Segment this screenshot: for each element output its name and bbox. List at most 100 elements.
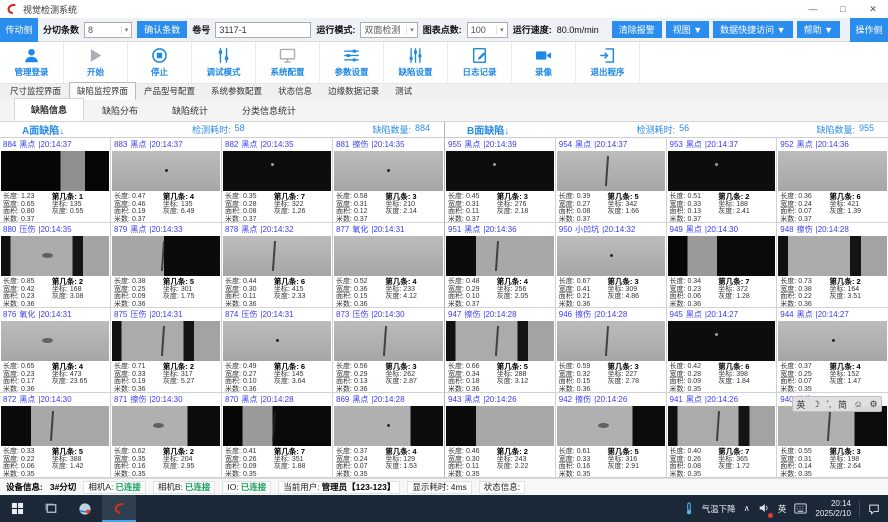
system-config-button[interactable]: 系统配置	[256, 42, 320, 83]
defect-cell[interactable]: 954 黑点 |20:14:37 长度:0.39 宽度:0.27 面积:0.08…	[556, 138, 667, 223]
defect-cell[interactable]: 945 黑点 |20:14:27 长度:0.42 宽度:0.28 面积:0.09…	[667, 308, 778, 393]
defect-cell[interactable]: 948 擦伤 |20:14:28 长度:0.73 宽度:0.38 面积:0.22…	[777, 223, 888, 308]
defect-cell[interactable]: 872 黑点 |20:14:30 长度:0.33 宽度:0.22 面积:0.06…	[0, 393, 111, 478]
start-button[interactable]: 开始	[64, 42, 128, 83]
defect-image[interactable]	[557, 321, 665, 361]
defect-cell[interactable]: 875 压伤 |20:14:31 长度:0.71 宽度:0.33 面积:0.19…	[111, 308, 222, 393]
parameter-settings-button[interactable]: 参数设置	[320, 42, 384, 83]
defect-cell[interactable]: 877 氧化 |20:14:31 长度:0.52 宽度:0.36 面积:0.15…	[333, 223, 444, 308]
tab-status-info[interactable]: 状态信息	[270, 82, 320, 100]
defect-image[interactable]	[446, 151, 554, 191]
run-mode-select[interactable]: 双面检测 ▾	[360, 22, 417, 38]
defect-cell[interactable]: 870 黑点 |20:14:28 长度:0.41 宽度:0.26 面积:0.09…	[222, 393, 333, 478]
defect-cell[interactable]: 879 黑点 |20:14:33 长度:0.38 宽度:0.25 面积:0.09…	[111, 223, 222, 308]
minimize-button[interactable]: —	[798, 0, 828, 18]
task-view-button[interactable]	[34, 495, 68, 522]
ime-punctuation-toggle[interactable]: ’,	[827, 399, 832, 409]
confirm-count-button[interactable]: 确认条数	[137, 21, 187, 38]
taskbar-app-inspection-system[interactable]	[102, 495, 136, 522]
defect-image[interactable]	[112, 406, 220, 446]
drive-side-button[interactable]: 传动侧	[0, 18, 38, 42]
defect-image[interactable]	[668, 321, 776, 361]
tab-system-param-config[interactable]: 系统参数配置	[203, 82, 270, 100]
tab-edge-data-record[interactable]: 边缘数据记录	[320, 82, 387, 100]
tray-expand-chevron[interactable]: ∧	[744, 503, 750, 514]
tab-product-model-config[interactable]: 产品型号配置	[136, 82, 203, 100]
defect-cell[interactable]: 947 擦伤 |20:14:28 长度:0.66 宽度:0.34 面积:0.18…	[445, 308, 556, 393]
defect-image[interactable]	[334, 321, 443, 361]
defect-image[interactable]	[557, 151, 665, 191]
debug-mode-button[interactable]: 调试模式	[192, 42, 256, 83]
defect-image[interactable]	[557, 236, 665, 276]
defect-image[interactable]	[668, 151, 776, 191]
defect-cell[interactable]: 876 氧化 |20:14:31 长度:0.65 宽度:0.23 面积:0.17…	[0, 308, 111, 393]
defect-cell[interactable]: 952 黑点 |20:14:36 长度:0.36 宽度:0.24 面积:0.07…	[777, 138, 888, 223]
defect-cell[interactable]: 953 黑点 |20:14:37 长度:0.51 宽度:0.33 面积:0.13…	[667, 138, 778, 223]
ime-settings-gear-icon[interactable]: ⚙	[870, 399, 878, 410]
help-menu-button[interactable]: 帮助 ▼	[797, 21, 840, 38]
action-center-icon[interactable]	[868, 503, 880, 515]
defect-cell[interactable]: 873 压伤 |20:14:30 长度:0.56 宽度:0.29 面积:0.13…	[333, 308, 444, 393]
defect-cell[interactable]: 871 擦伤 |20:14:30 长度:0.62 宽度:0.35 面积:0.16…	[111, 393, 222, 478]
defect-cell[interactable]: 955 黑点 |20:14:39 长度:0.45 宽度:0.31 面积:0.11…	[445, 138, 556, 223]
defect-cell[interactable]: 882 黑点 |20:14:35 长度:0.35 宽度:0.28 面积:0.08…	[222, 138, 333, 223]
ime-simplified-toggle[interactable]: 简	[838, 398, 847, 411]
defect-image[interactable]	[1, 151, 109, 191]
operator-side-button[interactable]: 操作侧	[850, 18, 888, 42]
defect-image[interactable]	[112, 151, 220, 191]
defect-cell[interactable]: 881 擦伤 |20:14:35 长度:0.58 宽度:0.31 面积:0.12…	[333, 138, 444, 223]
weather-ticker[interactable]: 气温下降	[702, 503, 736, 515]
clock[interactable]: 20:14 2025/2/10	[815, 499, 851, 518]
defect-cell[interactable]: 942 擦伤 |20:14:26 长度:0.61 宽度:0.33 面积:0.16…	[556, 393, 667, 478]
defect-image[interactable]	[112, 321, 220, 361]
defect-settings-button[interactable]: 缺陷设置	[384, 42, 448, 83]
ime-halfmoon-toggle[interactable]: ☽	[812, 399, 820, 410]
defect-cell[interactable]: 878 黑点 |20:14:32 长度:0.44 宽度:0.30 面积:0.11…	[222, 223, 333, 308]
defect-image[interactable]	[1, 406, 109, 446]
defect-image[interactable]	[334, 236, 443, 276]
start-button[interactable]	[0, 495, 34, 522]
defect-cell[interactable]: 883 黑点 |20:14:37 长度:0.47 宽度:0.46 面积:0.19…	[111, 138, 222, 223]
ime-language-indicator[interactable]: 英	[778, 503, 787, 515]
defect-image[interactable]	[334, 151, 443, 191]
tab-test[interactable]: 测试	[387, 82, 420, 100]
subtab-class-info-statistics[interactable]: 分类信息统计	[226, 100, 312, 121]
defect-image[interactable]	[223, 236, 331, 276]
defect-image[interactable]	[1, 236, 109, 276]
view-menu-button[interactable]: 视图 ▼	[666, 21, 709, 38]
defect-cell[interactable]: 946 擦伤 |20:14:28 长度:0.59 宽度:0.32 面积:0.15…	[556, 308, 667, 393]
defect-image[interactable]	[223, 321, 331, 361]
defect-cell[interactable]: 941 黑点 |20:14:26 长度:0.40 宽度:0.26 面积:0.08…	[667, 393, 778, 478]
defect-cell[interactable]: 869 黑点 |20:14:28 长度:0.37 宽度:0.24 面积:0.07…	[333, 393, 444, 478]
exit-program-button[interactable]: 退出程序	[576, 42, 640, 83]
stop-button[interactable]: 停止	[128, 42, 192, 83]
subtab-defect-statistics[interactable]: 缺陷统计	[156, 100, 224, 121]
record-video-button[interactable]: 录像	[512, 42, 576, 83]
admin-login-button[interactable]: 管理登录	[0, 42, 64, 83]
defect-image[interactable]	[778, 406, 887, 446]
defect-cell[interactable]: 950 小凹坑 |20:14:32 长度:0.67 宽度:0.41 面积:0.2…	[556, 223, 667, 308]
subtab-defect-distribution[interactable]: 缺陷分布	[86, 100, 154, 121]
defect-cell[interactable]: 949 黑点 |20:14:30 长度:0.34 宽度:0.23 面积:0.06…	[667, 223, 778, 308]
defect-image[interactable]	[778, 151, 887, 191]
defect-cell[interactable]: 951 黑点 |20:14:36 长度:0.48 宽度:0.29 面积:0.10…	[445, 223, 556, 308]
subtab-defect-info[interactable]: 缺陷信息	[14, 98, 84, 121]
maximize-button[interactable]: □	[828, 0, 858, 18]
defect-cell[interactable]: 874 压伤 |20:14:31 长度:0.49 宽度:0.27 面积:0.10…	[222, 308, 333, 393]
ime-language-toggle[interactable]: 英	[796, 398, 805, 411]
defect-image[interactable]	[446, 321, 554, 361]
defect-cell[interactable]: 884 黑点 |20:14:37 长度:1.23 宽度:0.65 面积:0.80…	[0, 138, 111, 223]
defect-image[interactable]	[668, 236, 776, 276]
keyboard-icon[interactable]	[794, 503, 807, 514]
defect-image[interactable]	[778, 236, 887, 276]
data-quick-access-menu-button[interactable]: 数据快捷访问 ▼	[713, 21, 792, 38]
defect-image[interactable]	[668, 406, 776, 446]
defect-image[interactable]	[334, 406, 443, 446]
chart-points-select[interactable]: 100 ▾	[467, 22, 508, 38]
defect-image[interactable]	[778, 321, 887, 361]
defect-image[interactable]	[223, 151, 331, 191]
defect-cell[interactable]: 943 黑点 |20:14:26 长度:0.46 宽度:0.30 面积:0.11…	[445, 393, 556, 478]
close-button[interactable]: ✕	[858, 0, 888, 18]
log-record-button[interactable]: 日志记录	[448, 42, 512, 83]
roll-number-input[interactable]	[215, 22, 311, 38]
